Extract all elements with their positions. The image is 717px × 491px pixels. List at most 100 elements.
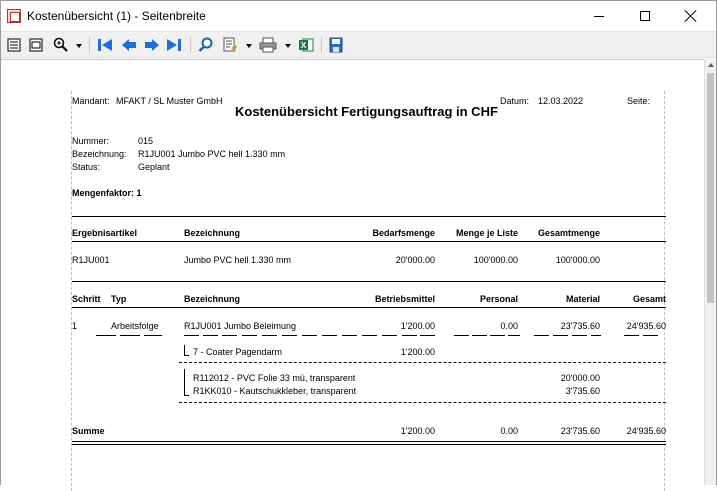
report-window: Kostenübersicht (1) - Seitenbreite X Man… [0,0,717,491]
result-artikel: R1JU001 [72,255,110,265]
last-page-button[interactable] [165,36,183,54]
summe-gesamt: 24'935.60 [626,426,666,436]
dash-segment [203,335,218,336]
zoom-button[interactable] [52,36,70,54]
mengenfaktor: Mengenfaktor: 1 [72,188,142,198]
dash-segment [382,335,397,336]
scrollbar-thumb[interactable] [707,73,714,303]
result-menge-je-liste: 100'000.00 [473,255,518,265]
nummer-value: 015 [138,136,154,146]
close-icon [685,10,697,22]
dash-segment [490,335,505,336]
print-icon [259,37,277,53]
dash-segment [342,335,357,336]
save-button[interactable] [327,36,345,54]
search-button[interactable] [197,36,215,54]
col-ergebnisartikel: Ergebnisartikel [72,228,138,238]
page-view-button[interactable] [6,36,22,54]
first-page-button[interactable] [96,36,114,54]
summe-label: Summe [72,426,105,436]
minimize-button[interactable] [576,1,622,31]
result-bedarfsmenge: 20'000.00 [395,255,435,265]
col-bedarfsmenge: Bedarfsmenge [372,228,435,238]
status-value: Geplant [138,162,170,172]
zoom-dropdown-icon[interactable] [76,44,82,48]
dash-segment [362,335,377,336]
resource-value: 1'200.00 [400,347,435,357]
mandant-label: Mandant: [72,96,110,106]
vertical-scrollbar[interactable] [704,59,716,485]
result-gesamtmenge: 100'000.00 [555,255,600,265]
zoom-icon [53,37,68,52]
seite-label: Seite: [627,96,651,106]
divider [72,216,666,217]
dash-segment [454,335,469,336]
next-page-button[interactable] [143,36,161,54]
divider [72,241,666,242]
divider [72,441,666,442]
resource-name: 7 - Coater Pagendarm [193,347,283,357]
window-title: Kostenübersicht (1) - Seitenbreite [27,9,206,23]
bezeichnung-value: R1JU001 Jumbo PVC hell 1.330 mm [138,149,286,159]
dash-segment [242,335,257,336]
dash-segment [96,335,116,336]
summe-personal: 0.00 [500,426,518,436]
material-1-name: R112012 - PVC Folie 33 mü, transparent [193,373,356,383]
material-1-value: 20'000.00 [560,373,600,383]
maximize-icon [640,11,650,21]
first-page-icon [98,39,112,51]
next-page-icon [145,39,159,51]
step-number: 1 [72,321,78,331]
divider [72,281,666,282]
svg-text:X: X [301,41,307,50]
app-icon [7,9,21,23]
mandant-value: MFAKT / SL Muster GmbH [116,96,223,106]
step-typ: Arbeitsfolge [111,321,159,331]
export-dropdown-icon[interactable] [246,44,252,48]
dash-segment [262,335,277,336]
toolbar-separator [89,37,90,53]
tree-connector [184,369,189,396]
excel-icon: X [299,38,314,52]
dash-segment [472,335,487,336]
toolbar-separator [190,37,191,53]
dash-segment [572,335,587,336]
previous-page-button[interactable] [120,36,138,54]
excel-button[interactable]: X [297,36,315,54]
close-button[interactable] [668,1,714,31]
report-title: Kostenübersicht Fertigungsauftrag in CHF [235,104,498,119]
dash-segment [624,335,639,336]
last-page-icon [167,39,181,51]
page-view-icon [7,38,21,52]
print-dropdown-icon[interactable] [285,44,291,48]
divider [72,307,666,308]
dash-segment [402,335,417,336]
material-2-name: R1KK010 - Kautschukkleber, transparent [193,386,357,396]
dash-segment [508,335,520,336]
result-bezeichnung: Jumbo PVC hell 1.330 mm [184,255,292,265]
dash-segment [302,335,317,336]
col-step-bezeichnung: Bezeichnung [184,294,241,304]
maximize-button[interactable] [622,1,668,31]
step-personal: 0.00 [500,321,518,331]
page-width-button[interactable] [28,36,44,54]
dash-segment [184,335,199,336]
toolbar: X [1,31,716,58]
save-icon [329,37,343,53]
material-2-value: 3'735.60 [565,386,600,396]
dashed-divider [179,402,666,403]
col-typ: Typ [111,294,127,304]
dash-segment [534,335,549,336]
dash-segment [144,335,162,336]
print-button[interactable] [258,36,278,54]
summe-betriebsmittel: 1'200.00 [400,426,435,436]
scroll-up-icon[interactable] [708,63,714,67]
dash-segment [322,335,337,336]
page-width-icon [29,38,43,52]
col-gesamtmenge: Gesamtmenge [537,228,600,238]
dashed-divider [179,362,666,363]
minimize-icon [594,15,604,17]
export-button[interactable] [221,36,239,54]
previous-page-icon [122,39,136,51]
nummer-label: Nummer: [72,136,110,146]
